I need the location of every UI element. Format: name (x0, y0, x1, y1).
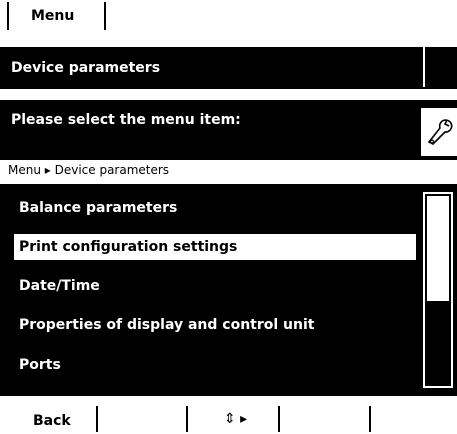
list-item-display-properties[interactable]: Properties of display and control unit (14, 312, 416, 338)
list-item-label: Ports (19, 357, 61, 373)
divider (278, 406, 280, 432)
title-right-box (423, 47, 455, 87)
navigate-icon[interactable]: ⇕ ▸ (224, 411, 247, 427)
divider (186, 406, 188, 432)
divider (96, 406, 98, 432)
list-item-label: Print configuration settings (19, 239, 238, 255)
divider (104, 2, 106, 30)
wrench-button[interactable] (419, 108, 457, 156)
menu-tab[interactable]: Menu (0, 0, 108, 32)
list-item-label: Balance parameters (19, 200, 178, 216)
divider (7, 2, 9, 30)
list-item-label: Properties of display and control unit (19, 317, 315, 333)
list-item-ports[interactable]: Ports (14, 352, 416, 378)
softkey-bar: Back ⇕ ▸ (0, 402, 457, 434)
scrollbar-thumb[interactable] (427, 196, 449, 301)
breadcrumb: Menu ▸ Device parameters (8, 163, 170, 177)
list-item-date-time[interactable]: Date/Time (14, 273, 416, 299)
menu-tab-label: Menu (31, 8, 75, 24)
back-button[interactable]: Back (33, 413, 71, 429)
list-item-balance-parameters[interactable]: Balance parameters (14, 195, 416, 221)
list-item-label: Date/Time (19, 278, 100, 294)
prompt-bar: Please select the menu item: (0, 100, 457, 160)
wrench-icon (427, 119, 453, 145)
divider (369, 406, 371, 432)
page-title: Device parameters (11, 60, 161, 76)
list-item-print-configuration[interactable]: Print configuration settings (14, 234, 416, 260)
menu-list: Balance parameters Print configuration s… (0, 184, 457, 396)
title-bar: Device parameters (0, 47, 457, 89)
scrollbar[interactable] (423, 192, 453, 388)
prompt-text: Please select the menu item: (11, 112, 241, 128)
